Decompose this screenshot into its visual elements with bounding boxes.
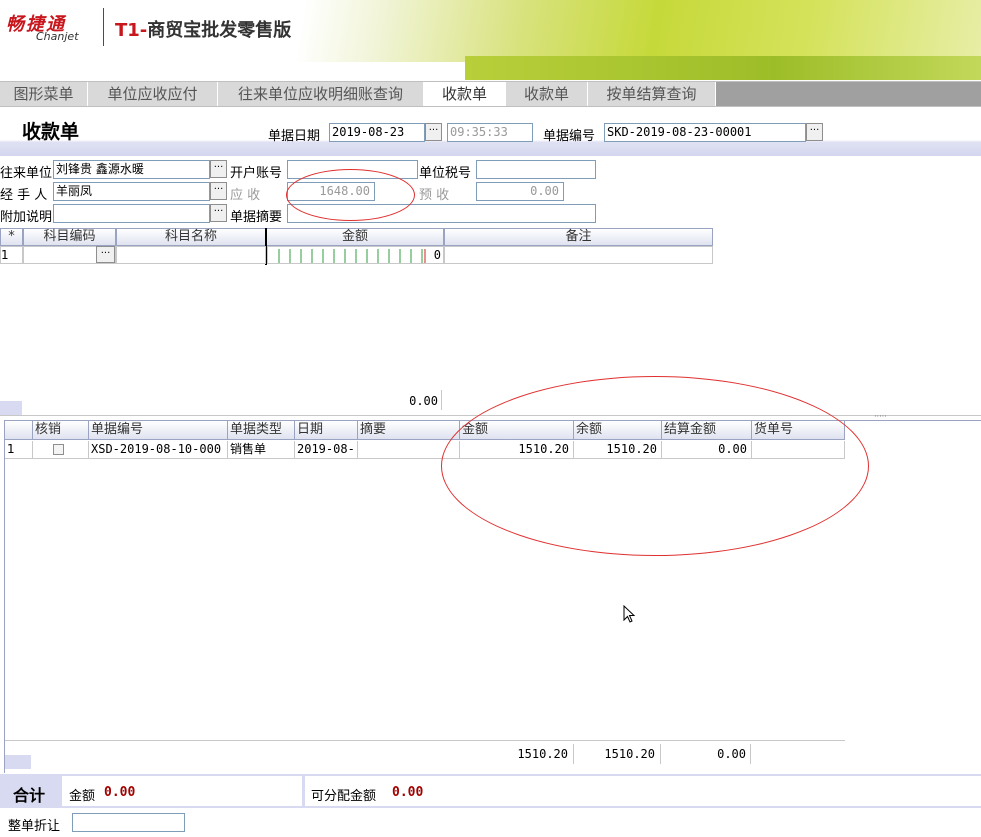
footer-amount-label: 金额 <box>69 789 96 804</box>
grid2-summary-cell <box>358 441 460 459</box>
grid1-name-cell[interactable] <box>116 246 266 264</box>
tax-field[interactable] <box>476 160 596 179</box>
grid1-amount-value: 0 <box>433 248 441 262</box>
summary-field[interactable] <box>287 204 596 223</box>
grid2-date-cell: 2019-08- <box>295 441 358 459</box>
header-green-band <box>465 56 981 80</box>
amount-digit-grid <box>278 249 426 263</box>
grid2-total-amount: 1510.20 <box>517 747 568 761</box>
writeoff-checkbox[interactable] <box>53 444 64 455</box>
grid2-total-separator <box>5 740 845 741</box>
grid1-header-code[interactable]: 科目编码 <box>23 228 116 246</box>
footer-amount-value: 0.00 <box>104 785 136 800</box>
grid2-total-settle: 0.00 <box>717 747 746 761</box>
grid2-header-doctype[interactable]: 单据类型 <box>228 421 295 440</box>
date-field[interactable]: 2019-08-23 <box>329 123 425 142</box>
tab-receipt[interactable]: 收款单 <box>506 82 588 106</box>
grid2-frame <box>4 420 981 773</box>
product-name: 商贸宝批发零售版 <box>147 20 292 41</box>
footer-allocatable-value: 0.00 <box>392 785 424 800</box>
footer-amount-cell <box>62 776 302 806</box>
tab-bar-filler <box>716 82 981 106</box>
grid1-header-amount[interactable]: 金额 <box>266 228 444 246</box>
grid2-row-index: 1 <box>5 441 33 459</box>
note-picker-button[interactable]: ··· <box>210 204 227 222</box>
logo-divider <box>103 8 104 46</box>
product-version: T1- <box>115 20 148 41</box>
number-label: 单据编号 <box>543 129 596 144</box>
time-field: 09:35:33 <box>447 123 533 142</box>
grid2-header-summary[interactable]: 摘要 <box>358 421 460 440</box>
note-label: 附加说明 <box>0 210 53 225</box>
grid1-row-index: 1 <box>0 246 23 264</box>
grid2-total-divider-3 <box>750 744 751 764</box>
footer-allocatable-label: 可分配金额 <box>311 789 377 804</box>
grid1-total-marker <box>0 401 22 415</box>
partner-picker-button[interactable]: ··· <box>210 160 227 178</box>
grid2-goodsno-cell <box>752 441 845 459</box>
grid1-amount-cell[interactable]: 0 <box>267 246 444 264</box>
grid2-header-date[interactable]: 日期 <box>295 421 358 440</box>
grid2-balance-cell: 1510.20 <box>574 441 662 459</box>
tab-partner-ledger-query[interactable]: 往来单位应收明细账查询 <box>218 82 424 106</box>
grid2-header-amount[interactable]: 金额 <box>460 421 574 440</box>
grid2-total-divider-1 <box>573 744 574 764</box>
grid2-header-goodsno[interactable]: 货单号 <box>752 421 845 440</box>
header-white-band <box>0 62 465 80</box>
grid1-code-picker-button[interactable]: ··· <box>96 246 115 263</box>
tab-settlement-query[interactable]: 按单结算查询 <box>588 82 716 106</box>
tab-receipt-active[interactable]: 收款单 <box>424 82 506 106</box>
grid2-header-balance[interactable]: 余额 <box>574 421 662 440</box>
account-field[interactable] <box>287 160 418 179</box>
receivable-label: 应 收 <box>230 188 261 203</box>
account-label: 开户账号 <box>230 166 283 181</box>
date-label: 单据日期 <box>268 129 321 144</box>
grid1-header-name[interactable]: 科目名称 <box>116 228 266 246</box>
receivable-field: 1648.00 <box>287 182 375 201</box>
mouse-cursor-icon <box>623 605 636 623</box>
discount-label: 整单折让 <box>8 819 61 834</box>
grid2-docno-cell: XSD-2019-08-10-000 <box>89 441 228 459</box>
partner-field[interactable]: 刘锋贵 鑫源水暖 <box>53 160 210 179</box>
brand-logo-subtext: Chanjet <box>36 30 79 43</box>
grid2-settle-cell[interactable]: 0.00 <box>662 441 752 459</box>
grid2-amount-cell: 1510.20 <box>460 441 574 459</box>
grid2-total-divider-2 <box>660 744 661 764</box>
grid1-header-remark[interactable]: 备注 <box>444 228 713 246</box>
number-field[interactable]: SKD-2019-08-23-00001 <box>604 123 806 142</box>
discount-field[interactable] <box>72 813 185 832</box>
grid2-total-marker <box>5 755 31 769</box>
handler-field[interactable]: 羊丽凤 <box>53 182 210 201</box>
grid1-total-amount: 0.00 <box>409 394 438 408</box>
number-picker-button[interactable]: ··· <box>806 123 823 141</box>
grid1-total-divider <box>441 390 442 410</box>
grid2-header-writeoff[interactable]: 核销 <box>33 421 89 440</box>
partner-label: 往来单位 <box>0 166 53 181</box>
app-header: 畅捷通 Chanjet T1-商贸宝批发零售版 <box>0 0 981 80</box>
tab-bar: 图形菜单 单位应收应付 往来单位应收明细账查询 收款单 收款单 按单结算查询 <box>0 81 981 107</box>
pane-splitter[interactable] <box>0 415 981 416</box>
tax-label: 单位税号 <box>419 166 472 181</box>
note-field[interactable] <box>53 204 210 223</box>
summary-label: 单据摘要 <box>230 210 283 225</box>
grid1-remark-cell[interactable] <box>444 246 713 264</box>
prepaid-label: 预 收 <box>419 188 450 203</box>
grid2-header-settle[interactable]: 结算金额 <box>662 421 752 440</box>
footer-total-label: 合计 <box>13 786 46 805</box>
grid2-header-index <box>5 421 33 440</box>
date-picker-button[interactable]: ··· <box>425 123 442 141</box>
page-title: 收款单 <box>22 121 80 143</box>
prepaid-field: 0.00 <box>476 182 564 201</box>
tab-graphic-menu[interactable]: 图形菜单 <box>0 82 88 106</box>
grid2-total-balance: 1510.20 <box>604 747 655 761</box>
handler-label: 经 手 人 <box>0 188 48 203</box>
grid1-header-marker: * <box>0 228 23 246</box>
grid2-doctype-cell: 销售单 <box>228 441 295 459</box>
grid2-header-docno[interactable]: 单据编号 <box>89 421 228 440</box>
tab-receivable-payable[interactable]: 单位应收应付 <box>88 82 218 106</box>
product-title: T1-商贸宝批发零售版 <box>115 16 291 42</box>
grid2-writeoff-cell <box>33 441 89 459</box>
handler-picker-button[interactable]: ··· <box>210 182 227 200</box>
